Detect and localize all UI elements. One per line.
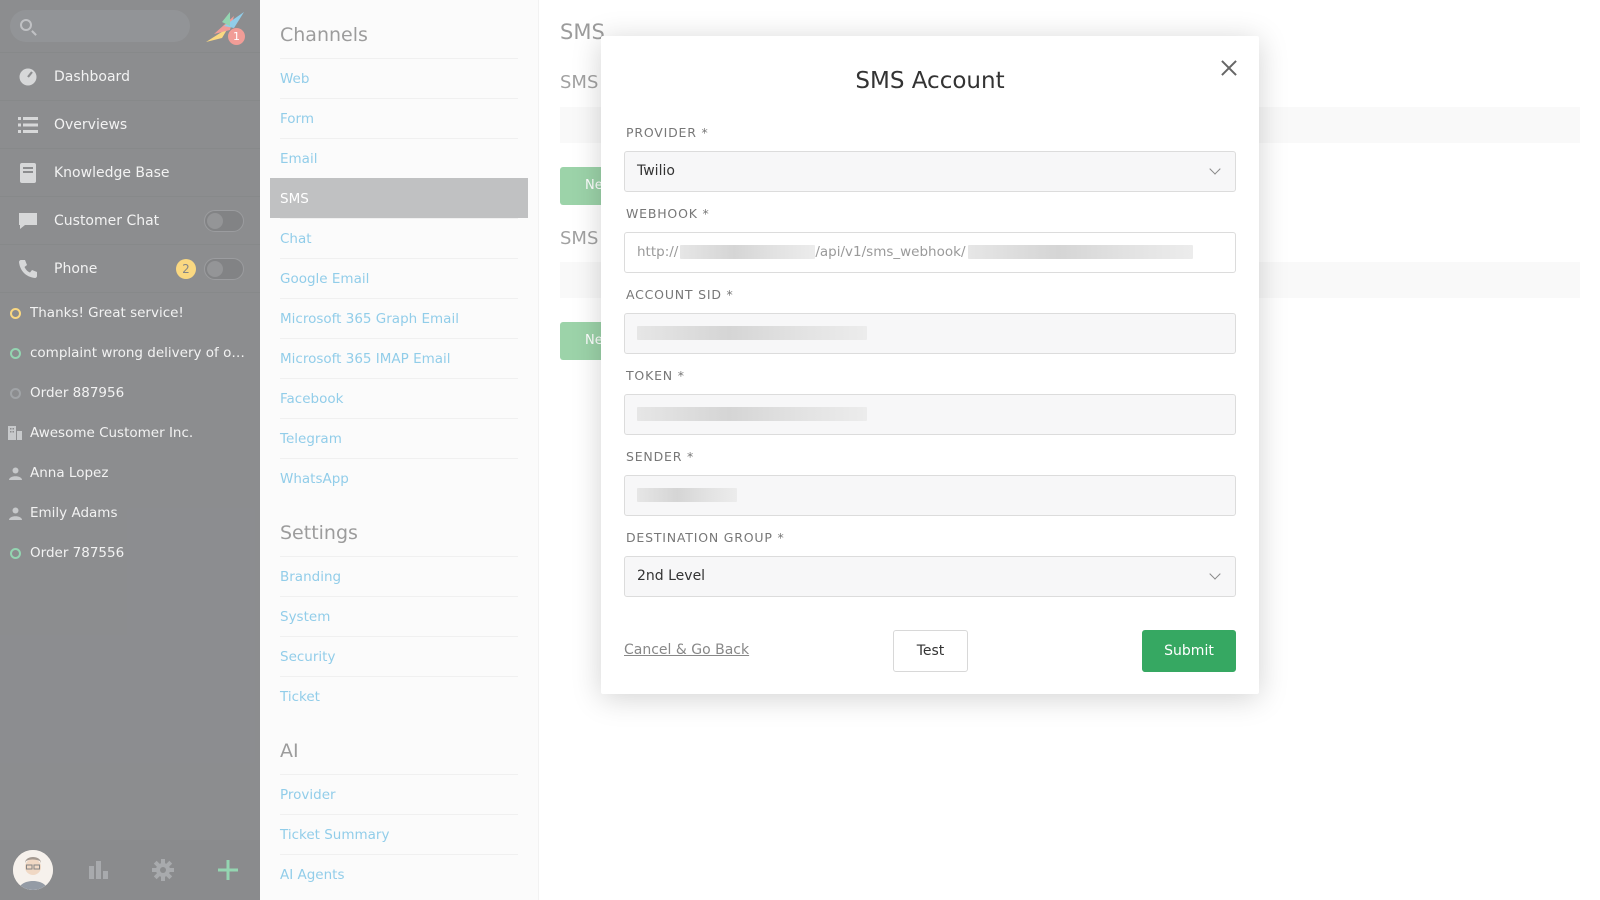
destination-group-select[interactable]: 2nd Level: [624, 556, 1236, 597]
destination-group-label: DESTINATION GROUP *: [626, 530, 785, 545]
chevron-down-icon: [1209, 163, 1221, 175]
token-input[interactable]: [624, 394, 1236, 435]
redacted-text: [967, 245, 1193, 259]
destination-group-field: DESTINATION GROUP * 2nd Level: [624, 530, 1236, 597]
provider-label: PROVIDER *: [626, 125, 709, 140]
provider-field: PROVIDER * Twilio: [624, 125, 1236, 192]
redacted-text: [637, 407, 867, 421]
sender-label: SENDER *: [626, 449, 695, 464]
destination-group-value: 2nd Level: [637, 568, 706, 584]
webhook-path: /api/v1/sms_webhook/: [815, 244, 966, 260]
cancel-link[interactable]: Cancel & Go Back: [624, 642, 749, 658]
close-icon[interactable]: [1219, 58, 1239, 78]
sender-input[interactable]: [624, 475, 1236, 516]
chevron-down-icon: [1209, 568, 1221, 580]
token-label: TOKEN *: [626, 368, 685, 383]
redacted-text: [637, 326, 867, 340]
webhook-label: WEBHOOK *: [626, 206, 710, 221]
provider-value: Twilio: [637, 163, 675, 179]
modal-title: SMS Account: [855, 68, 1005, 94]
redacted-text: [680, 245, 816, 259]
test-button[interactable]: Test: [893, 630, 968, 672]
token-field: TOKEN *: [624, 368, 1236, 435]
account-sid-input[interactable]: [624, 313, 1236, 354]
webhook-input[interactable]: http:// /api/v1/sms_webhook/: [624, 232, 1236, 273]
account-sid-field: ACCOUNT SID *: [624, 287, 1236, 354]
account-sid-label: ACCOUNT SID *: [626, 287, 734, 302]
modal-footer: Cancel & Go Back Test Submit: [624, 630, 1236, 672]
webhook-prefix: http://: [637, 244, 679, 260]
sender-field: SENDER *: [624, 449, 1236, 516]
provider-select[interactable]: Twilio: [624, 151, 1236, 192]
webhook-field: WEBHOOK * http:// /api/v1/sms_webhook/: [624, 206, 1236, 273]
redacted-text: [637, 488, 737, 502]
sms-account-modal: SMS Account PROVIDER * Twilio WEBHOOK * …: [601, 36, 1259, 694]
submit-button[interactable]: Submit: [1142, 630, 1236, 672]
